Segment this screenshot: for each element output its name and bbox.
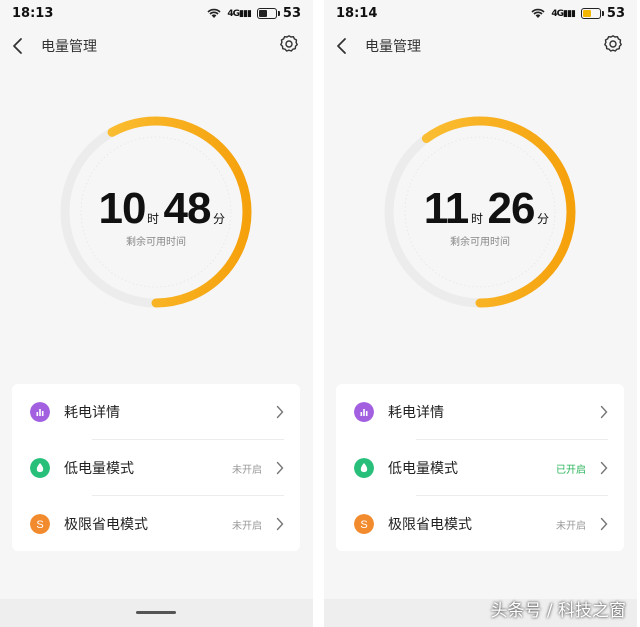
menu-item-ultra-saver-mode[interactable]: S 极限省电模式 未开启 — [336, 496, 624, 552]
wifi-icon — [207, 8, 221, 18]
battery-level: 53 — [282, 6, 301, 21]
watermark: 头条号 / 科技之窗 — [490, 601, 626, 621]
page-title: 电量管理 — [41, 39, 97, 55]
chevron-right-icon — [600, 517, 608, 531]
status-bar: 18:13 4G▮▮▮ 53 — [12, 6, 301, 24]
menu-item-usage-details[interactable]: 耗电详情 — [336, 384, 624, 440]
svg-text:S: S — [36, 519, 43, 531]
mode-status: 未开启 — [556, 520, 586, 532]
menu-item-label: 极限省电模式 — [388, 517, 472, 533]
menu-item-label: 耗电详情 — [64, 405, 120, 421]
status-time: 18:13 — [12, 6, 54, 21]
battery-options-card: 耗电详情 低电量模式 已开启 S 极限省电模式 未开启 — [336, 384, 624, 551]
remaining-label: 剩余可用时间 — [126, 235, 186, 248]
status-time: 18:14 — [336, 6, 378, 21]
menu-item-label: 耗电详情 — [388, 405, 444, 421]
phone-screen-left: 18:13 4G▮▮▮ 53 电量管理 10 时 48 分 剩余可用时间 耗电详… — [0, 0, 313, 627]
back-arrow-icon[interactable] — [10, 36, 26, 56]
hours-unit: 时 — [471, 212, 483, 226]
menu-item-usage-details[interactable]: 耗电详情 — [12, 384, 300, 440]
hours-unit: 时 — [147, 212, 159, 226]
battery-level: 53 — [606, 6, 625, 21]
mode-status: 未开启 — [232, 464, 262, 476]
phone-screen-right: 18:14 4G▮▮▮ 53 电量管理 11 时 26 分 剩余可用时间 耗电详… — [324, 0, 637, 627]
remaining-minutes: 48 — [164, 184, 211, 233]
remaining-hours: 10 — [99, 184, 146, 233]
bar-chart-icon — [354, 402, 374, 422]
wifi-icon — [531, 8, 545, 18]
page-title: 电量管理 — [365, 39, 421, 55]
status-bar: 18:14 4G▮▮▮ 53 — [336, 6, 625, 24]
remaining-label: 剩余可用时间 — [450, 235, 510, 248]
chevron-right-icon — [600, 461, 608, 475]
menu-item-low-power-mode[interactable]: 低电量模式 未开启 — [12, 440, 300, 496]
menu-item-label: 极限省电模式 — [64, 517, 148, 533]
chevron-right-icon — [276, 405, 284, 419]
app-header: 电量管理 — [324, 32, 637, 60]
app-header: 电量管理 — [0, 32, 313, 60]
chevron-right-icon — [276, 517, 284, 531]
menu-item-low-power-mode[interactable]: 低电量模式 已开启 — [336, 440, 624, 496]
battery-remaining-ring: 11 时 26 分 剩余可用时间 — [384, 116, 576, 308]
bar-chart-icon — [30, 402, 50, 422]
menu-item-ultra-saver-mode[interactable]: S 极限省电模式 未开启 — [12, 496, 300, 552]
battery-icon — [256, 8, 280, 19]
signal-icon: 4G▮▮▮ — [227, 8, 251, 19]
chevron-right-icon — [276, 461, 284, 475]
leaf-icon — [354, 458, 374, 478]
s-icon: S — [354, 514, 374, 534]
battery-icon — [580, 8, 604, 19]
settings-gear-icon[interactable] — [279, 34, 299, 54]
settings-gear-icon[interactable] — [603, 34, 623, 54]
remaining-hours: 11 — [424, 184, 469, 233]
signal-icon: 4G▮▮▮ — [551, 8, 575, 19]
home-indicator[interactable] — [136, 611, 176, 614]
mode-status: 未开启 — [232, 520, 262, 532]
back-arrow-icon[interactable] — [334, 36, 350, 56]
menu-item-label: 低电量模式 — [388, 461, 458, 477]
minutes-unit: 分 — [537, 212, 549, 226]
mode-status: 已开启 — [556, 464, 586, 476]
svg-text:S: S — [360, 519, 367, 531]
leaf-icon — [30, 458, 50, 478]
chevron-right-icon — [600, 405, 608, 419]
battery-remaining-ring: 10 时 48 分 剩余可用时间 — [60, 116, 252, 308]
home-indicator-bar — [0, 599, 313, 627]
battery-options-card: 耗电详情 低电量模式 未开启 S 极限省电模式 未开启 — [12, 384, 300, 551]
s-icon: S — [30, 514, 50, 534]
menu-item-label: 低电量模式 — [64, 461, 134, 477]
minutes-unit: 分 — [213, 212, 225, 226]
remaining-minutes: 26 — [488, 184, 535, 233]
